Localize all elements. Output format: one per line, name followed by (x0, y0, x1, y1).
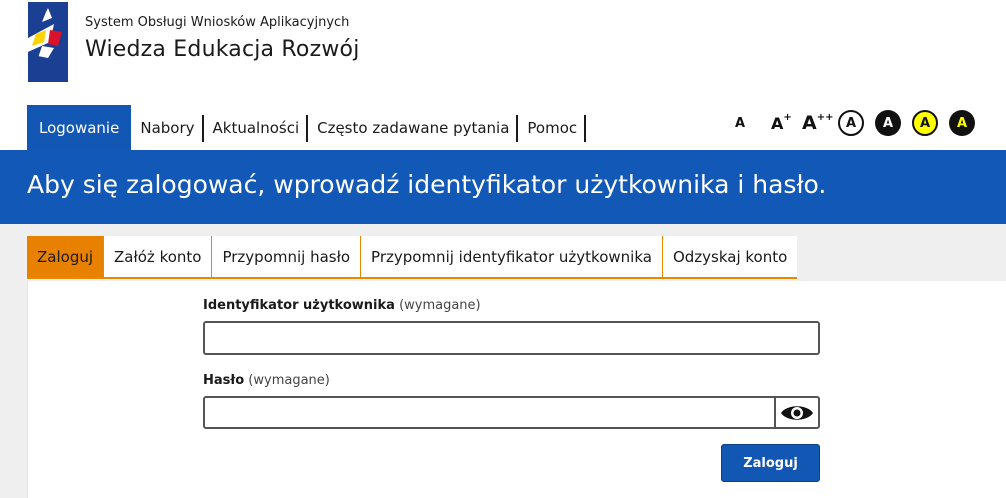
logo-icon (28, 2, 68, 82)
contrast-label: A (882, 115, 894, 131)
login-form-panel (27, 281, 1006, 498)
contrast-label: A (919, 115, 931, 131)
password-input[interactable] (203, 396, 776, 429)
font-size-large-sup: ++ (816, 111, 834, 123)
contrast-label: A (845, 115, 857, 131)
eye-icon (781, 405, 813, 420)
brand-title: Wiedza Edukacja Rozwój (85, 37, 360, 62)
font-size-large-button[interactable]: A ++ (802, 108, 833, 138)
font-size-medium-button[interactable]: A + (771, 108, 792, 138)
tab-label: Załóż konto (114, 247, 202, 266)
tab-label: Odzyskaj konto (672, 247, 788, 266)
font-size-large-label: A (802, 112, 817, 134)
font-size-small-label: A (735, 115, 746, 131)
contrast-black-white-button[interactable]: A (875, 110, 901, 136)
password-label-text: Hasło (203, 373, 245, 388)
accessibility-tools: A A + A ++ A A A A (0, 108, 1006, 138)
tab-przypomnij-haslo[interactable]: Przypomnij hasło (212, 236, 362, 277)
username-required-note: (wymagane) (399, 298, 481, 313)
tab-label: Przypomnij identyfikator użytkownika (371, 247, 652, 266)
tab-label: Zaloguj (37, 247, 94, 266)
page-title: Aby się zalogować, wprowadź identyfikato… (27, 170, 827, 199)
font-size-medium-label: A (771, 113, 784, 133)
password-required-note: (wymagane) (248, 373, 330, 388)
contrast-yellow-black-button[interactable]: A (912, 110, 938, 136)
contrast-black-yellow-button[interactable]: A (949, 110, 975, 136)
username-input[interactable] (203, 321, 820, 355)
brand: System Obsługi Wniosków Aplikacyjnych Wi… (85, 14, 360, 65)
font-size-medium-sup: + (783, 111, 792, 123)
tab-odzyskaj-konto[interactable]: Odzyskaj konto (663, 236, 797, 277)
tab-przypomnij-identyfikator[interactable]: Przypomnij identyfikator użytkownika (361, 236, 663, 277)
show-password-button[interactable] (775, 396, 820, 429)
username-label: Identyfikator użytkownika (wymagane) (203, 298, 481, 313)
page-banner: Aby się zalogować, wprowadź identyfikato… (0, 150, 1006, 224)
login-submit-button[interactable]: Zaloguj (721, 444, 820, 482)
tab-zaloz-konto[interactable]: Załóż konto (104, 236, 213, 277)
tab-label: Przypomnij hasło (222, 247, 351, 266)
contrast-default-button[interactable]: A (838, 110, 864, 136)
login-tabs: Zaloguj Załóż konto Przypomnij hasło Prz… (27, 236, 798, 279)
contrast-label: A (956, 115, 968, 131)
password-label: Hasło (wymagane) (203, 373, 330, 388)
tab-zaloguj[interactable]: Zaloguj (27, 236, 105, 277)
font-size-small-button[interactable]: A (735, 108, 745, 138)
brand-subtitle: System Obsługi Wniosków Aplikacyjnych (85, 15, 350, 30)
username-label-text: Identyfikator użytkownika (203, 298, 395, 313)
